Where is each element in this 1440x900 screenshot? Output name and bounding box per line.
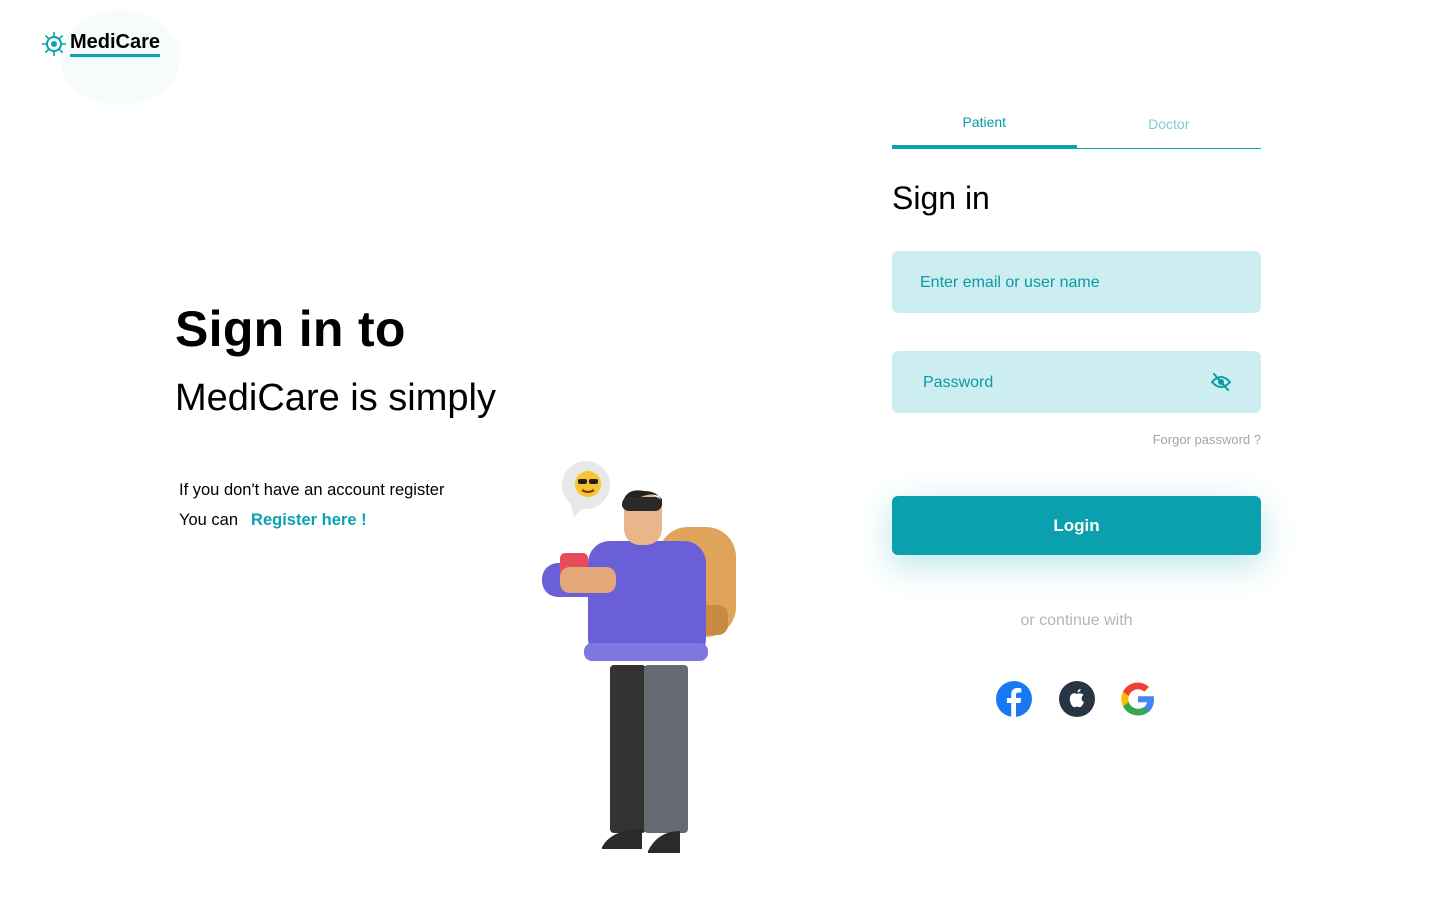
login-button[interactable]: Login <box>892 496 1261 555</box>
register-prefix: You can <box>179 511 239 529</box>
email-input[interactable] <box>918 251 1202 315</box>
facebook-icon[interactable] <box>995 680 1033 718</box>
role-tabs: Patient Doctor <box>892 110 1261 149</box>
register-link[interactable]: Register here ! <box>251 511 367 530</box>
password-input[interactable] <box>921 351 1205 415</box>
google-icon[interactable] <box>1119 680 1157 718</box>
tab-doctor[interactable]: Doctor <box>1077 110 1262 148</box>
password-field-container <box>892 351 1261 415</box>
hero-headline: Sign in to <box>175 301 406 357</box>
sign-in-title: Sign in <box>892 180 990 216</box>
or-continue-text: or continue with <box>1020 612 1133 629</box>
brand-logo[interactable]: MediCare <box>41 31 161 57</box>
logo-glow <box>60 10 180 105</box>
person-with-phone-illustration <box>542 461 736 853</box>
hero-subhead: MediCare is simply <box>175 377 496 419</box>
email-field-container <box>892 251 1261 315</box>
register-row: You can Register here ! <box>179 511 367 530</box>
tab-patient[interactable]: Patient <box>892 110 1077 148</box>
brand-name: MediCare <box>70 31 161 57</box>
eye-off-icon[interactable] <box>1211 373 1231 391</box>
virus-logo-icon <box>41 31 67 57</box>
forgot-password-link[interactable]: Forgor password ? <box>1100 432 1261 447</box>
register-info: If you don't have an account register <box>179 481 445 499</box>
apple-icon[interactable] <box>1058 680 1096 718</box>
